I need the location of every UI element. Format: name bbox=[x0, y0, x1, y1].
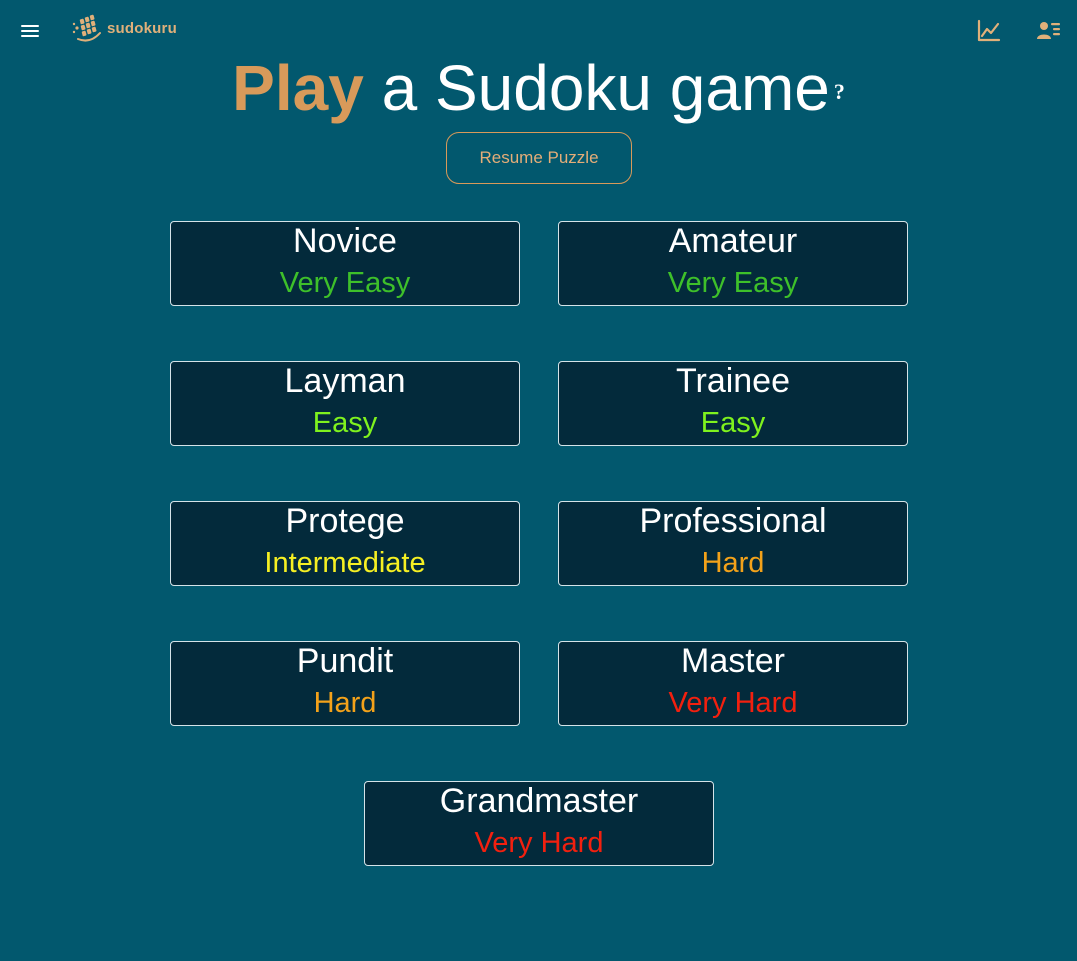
level-card-pundit[interactable]: Pundit Hard bbox=[170, 641, 520, 726]
help-tooltip-trigger[interactable]: ? bbox=[834, 79, 845, 104]
level-card-master[interactable]: Master Very Hard bbox=[558, 641, 908, 726]
level-card-trainee[interactable]: Trainee Easy bbox=[558, 361, 908, 446]
logo-text: sudokuru bbox=[107, 19, 177, 37]
level-difficulty: Easy bbox=[312, 407, 378, 439]
level-card-novice[interactable]: Novice Very Easy bbox=[170, 221, 520, 306]
level-difficulty: Very Hard bbox=[474, 827, 604, 859]
user-list-icon bbox=[1037, 22, 1060, 39]
level-difficulty: Intermediate bbox=[264, 547, 426, 579]
level-difficulty: Very Easy bbox=[667, 267, 799, 299]
level-name: Master bbox=[681, 642, 785, 680]
level-difficulty: Easy bbox=[700, 407, 766, 439]
menu-button[interactable] bbox=[18, 19, 42, 43]
page-title-text: a Sudoku game bbox=[363, 52, 830, 124]
sudokuru-logo-icon bbox=[72, 14, 101, 42]
hamburger-menu-icon bbox=[21, 25, 39, 37]
level-card-layman[interactable]: Layman Easy bbox=[170, 361, 520, 446]
level-difficulty: Hard bbox=[701, 547, 765, 579]
level-card-grandmaster[interactable]: Grandmaster Very Hard bbox=[364, 781, 714, 866]
logo[interactable]: sudokuru bbox=[70, 11, 177, 45]
level-card-amateur[interactable]: Amateur Very Easy bbox=[558, 221, 908, 306]
line-chart-icon bbox=[977, 19, 1001, 42]
statistics-button[interactable] bbox=[976, 18, 1002, 44]
level-name: Trainee bbox=[675, 362, 791, 400]
level-card-protege[interactable]: Protege Intermediate bbox=[170, 501, 520, 586]
level-name: Layman bbox=[284, 362, 406, 400]
home-page: sudokuru Play a Sudoku game? Resume Puzz… bbox=[0, 0, 1077, 961]
level-card-professional[interactable]: Professional Hard bbox=[558, 501, 908, 586]
resume-puzzle-button[interactable]: Resume Puzzle bbox=[446, 132, 632, 184]
level-name: Professional bbox=[639, 502, 827, 540]
level-difficulty: Hard bbox=[313, 687, 377, 719]
profile-button[interactable] bbox=[1036, 18, 1062, 44]
level-name: Protege bbox=[285, 502, 405, 540]
page-title-accent: Play bbox=[232, 52, 364, 124]
level-name: Grandmaster bbox=[439, 782, 639, 820]
level-name: Novice bbox=[293, 222, 397, 260]
level-difficulty: Very Hard bbox=[668, 687, 798, 719]
level-difficulty: Very Easy bbox=[279, 267, 411, 299]
level-name: Pundit bbox=[296, 642, 394, 680]
level-name: Amateur bbox=[668, 222, 798, 260]
page-title: Play a Sudoku game? bbox=[0, 48, 1077, 128]
